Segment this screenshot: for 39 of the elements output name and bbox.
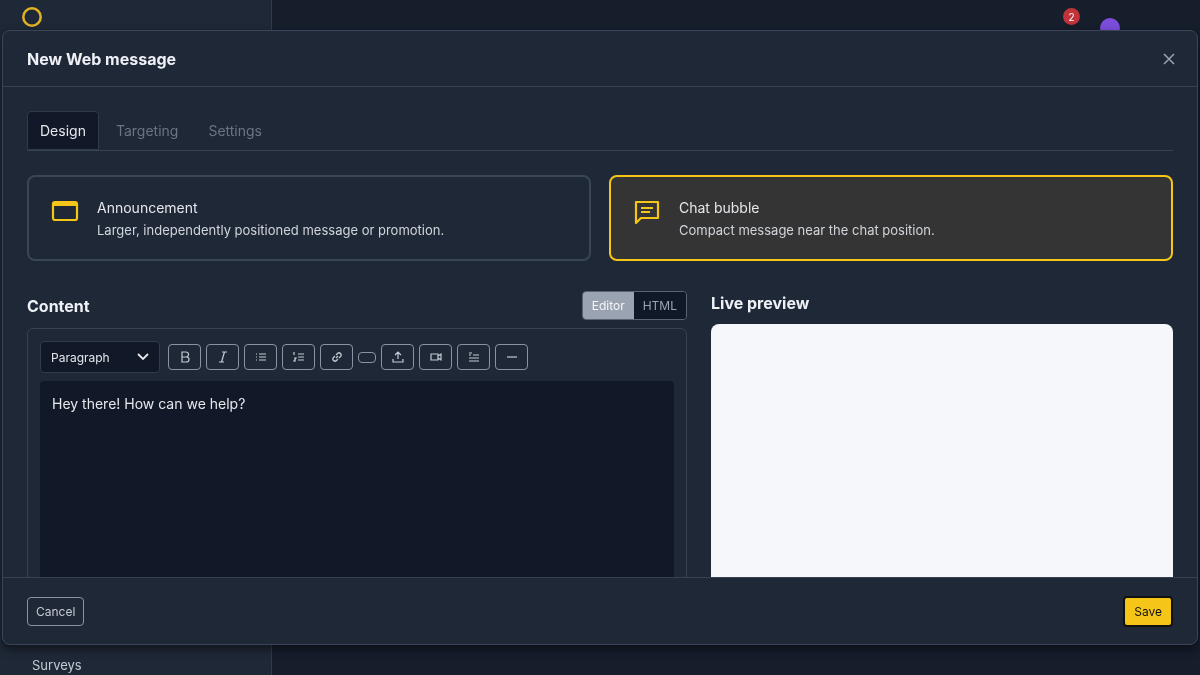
chat-icon [633,199,661,225]
window-icon [51,199,79,223]
toolbar-button[interactable] [495,344,528,370]
close-icon[interactable] [1163,52,1175,65]
message-type-card[interactable]: Announcement Larger, independently positioned message or promotion. [27,175,591,261]
toolbar-button[interactable] [419,344,452,370]
card-description: Compact message near the chat position. [679,222,935,238]
toolbar-button[interactable] [206,344,239,370]
format-dropdown[interactable]: Paragraph [40,341,160,373]
quote-icon [466,350,481,364]
card-title: Announcement [97,199,199,216]
upload-icon [390,350,405,364]
save-button[interactable]: Save [1123,595,1173,627]
chevron-icon [137,353,149,361]
dialog-title: New Web message [27,48,177,69]
toolbar-button[interactable] [244,344,277,370]
toolbar-button[interactable] [282,344,315,370]
section-heading: Content [27,295,90,316]
link-icon [329,350,344,364]
toolbar-button[interactable] [168,344,201,370]
toolbar-button[interactable] [457,344,490,370]
sidebar-item[interactable]: Surveys [32,657,271,675]
card-title: Chat bubble [679,199,761,216]
editor-text: Hey there! How can we help? [52,395,246,412]
section-heading: Live preview [711,293,811,313]
editor-text-area[interactable]: Hey there! How can we help? [40,381,674,577]
numbers-icon [291,350,306,364]
toolbar-button[interactable] [381,344,414,370]
toolbar-button[interactable] [358,351,376,363]
card-description: Larger, independently positioned message or promotion. [97,222,445,238]
logo-icon [22,7,42,27]
bullets-icon [253,350,268,364]
video-icon [428,350,443,364]
message-type-card[interactable]: Chat bubble Compact message near the chat position. [609,175,1173,261]
cancel-button[interactable]: Cancel [27,596,85,626]
mode-toggle[interactable]: HTML [633,292,686,319]
toolbar-button[interactable] [320,344,353,370]
tab[interactable]: Design [27,111,99,150]
notification-badge: 2 [1063,8,1080,25]
